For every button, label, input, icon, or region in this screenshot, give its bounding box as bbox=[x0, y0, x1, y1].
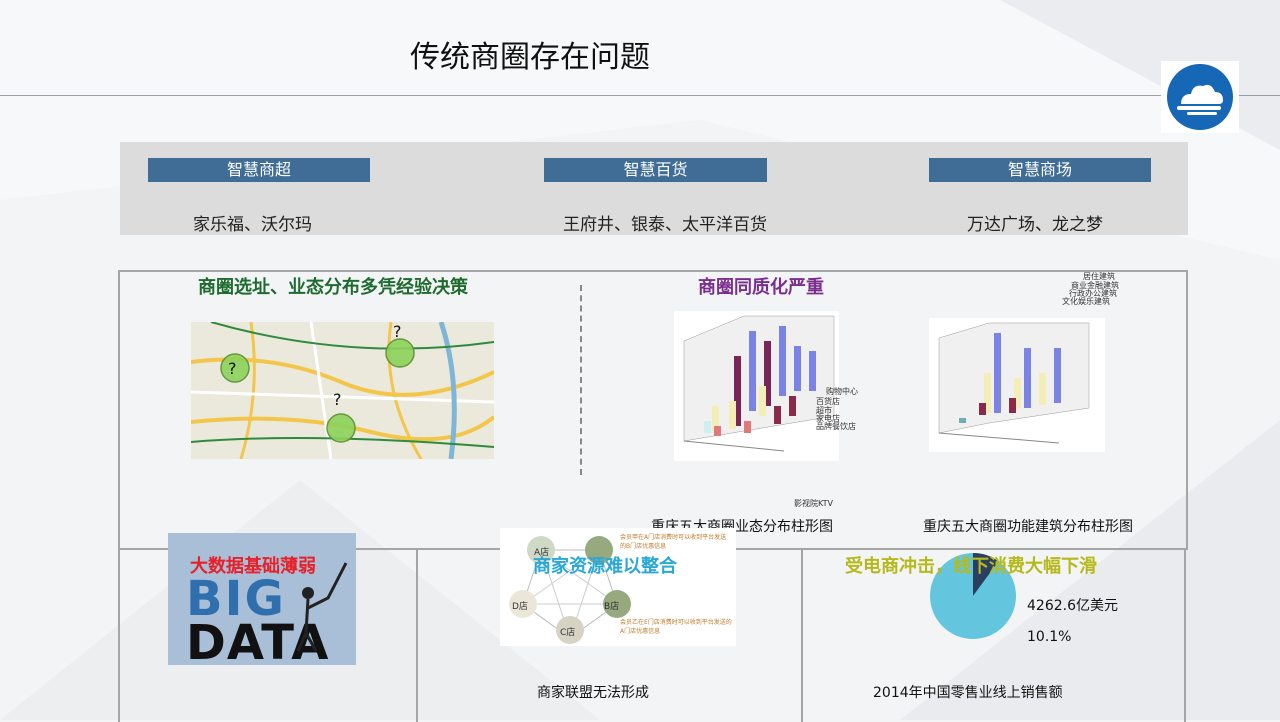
map-question-mark: ? bbox=[393, 322, 402, 341]
category-tag-supermarket: 智慧商超 bbox=[148, 158, 370, 182]
store-node: B店 bbox=[604, 602, 620, 612]
stray-chart-label: 影视院KTV bbox=[794, 499, 833, 508]
logo bbox=[1161, 61, 1239, 133]
category-examples-supermarket: 家乐福、沃尔玛 bbox=[193, 215, 312, 235]
city-map-image bbox=[191, 322, 494, 459]
title-divider bbox=[0, 95, 1280, 96]
store-node: C店 bbox=[560, 628, 576, 638]
chart1-legend-item: 品牌餐饮店 bbox=[816, 422, 856, 431]
category-tag-department-store: 智慧百货 bbox=[544, 158, 767, 182]
category-examples-mall: 万达广场、龙之梦 bbox=[967, 215, 1103, 235]
chart2-caption: 重庆五大商圈功能建筑分布柱形图 bbox=[923, 519, 1133, 535]
alliance-note-top: 会员甲在A门店消费时可以收到平台发送的B门店优惠信息 bbox=[620, 534, 727, 550]
chart2-legend-item: 文化娱乐建筑 bbox=[1062, 297, 1110, 306]
merchant-caption: 商家联盟无法形成 bbox=[537, 685, 649, 701]
functional-building-3d-bar-chart bbox=[929, 318, 1105, 452]
slide-title: 传统商圈存在问题 bbox=[410, 40, 650, 75]
merchant-alliance-diagram: A店 B店 C店 D店 会员甲在A门店消费时可以收到平台发送的B门店优惠信息 会… bbox=[500, 528, 736, 646]
category-tag-mall: 智慧商场 bbox=[929, 158, 1151, 182]
online-sales-value: 4262.6亿美元 bbox=[1027, 598, 1118, 614]
ecommerce-heading: 受电商冲击，线下消费大幅下滑 bbox=[845, 556, 1097, 577]
map-question-mark: ? bbox=[333, 390, 342, 409]
ecommerce-caption: 2014年中国零售业线上销售额 bbox=[873, 685, 1063, 701]
merchant-heading: 商家资源难以整合 bbox=[533, 556, 677, 577]
cloud-logo-icon bbox=[1167, 64, 1233, 130]
online-sales-percent: 10.1% bbox=[1027, 629, 1072, 645]
category-examples-department-store: 王府井、银泰、太平洋百货 bbox=[563, 215, 767, 235]
store-node: D店 bbox=[512, 602, 528, 612]
site-selection-heading: 商圈选址、业态分布多凭经验决策 bbox=[198, 277, 468, 298]
map-question-mark: ? bbox=[228, 359, 237, 378]
big-data-heading: 大数据基础薄弱 bbox=[190, 556, 316, 577]
alliance-note-bottom: 会员乙在E门店消费时可以收到平台发送的A门店优惠信息 bbox=[620, 619, 732, 635]
business-format-3d-bar-chart bbox=[674, 311, 839, 461]
panel-divider bbox=[580, 285, 582, 475]
homogenization-heading: 商圈同质化严重 bbox=[698, 277, 824, 298]
